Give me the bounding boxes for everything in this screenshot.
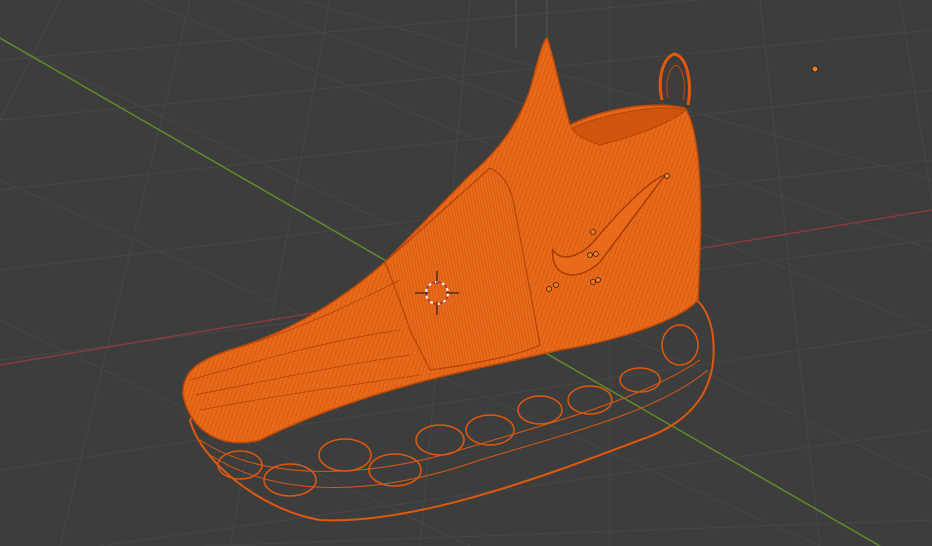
heel-pull-loop[interactable] xyxy=(658,52,692,106)
object-origin-icon[interactable] xyxy=(811,65,819,73)
shoe-mesh[interactable] xyxy=(182,36,715,522)
3d-viewport[interactable] xyxy=(0,0,932,546)
viewport-canvas[interactable] xyxy=(0,0,932,546)
